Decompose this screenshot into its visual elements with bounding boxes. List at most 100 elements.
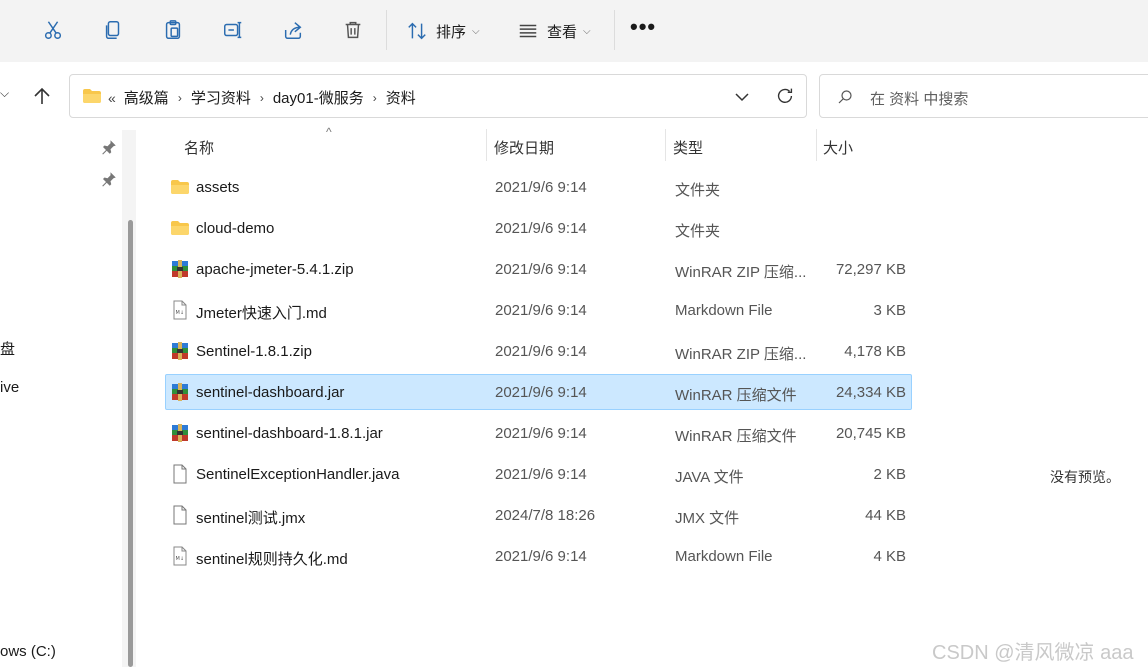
view-menu-button[interactable]: 查看 ⌵ [517, 17, 591, 45]
nav-item-drive-c[interactable]: ows (C:) [0, 643, 56, 660]
folder-icon [170, 218, 190, 238]
delete-icon[interactable] [338, 15, 368, 45]
column-header-name[interactable]: 名称 [184, 137, 214, 158]
file-type: 文件夹 [675, 182, 721, 199]
column-divider[interactable] [486, 129, 487, 161]
file-size: 44 KB [865, 507, 906, 524]
markdown-file-icon: M↓ [170, 300, 190, 320]
file-row[interactable]: sentinel-dashboard-1.8.1.jar 2021/9/6 9:1… [165, 415, 912, 451]
file-size: 4 KB [873, 548, 906, 565]
column-header-size[interactable]: 大小 [823, 137, 853, 158]
file-size: 72,297 KB [835, 261, 906, 278]
file-row[interactable]: apache-jmeter-5.4.1.zip 2021/9/6 9:14 WinR… [165, 251, 912, 287]
file-row[interactable]: sentinel测试.jmx 2024/7/8 18:26 JMX 文件 44 KB [165, 497, 912, 533]
preview-pane: 没有预览。 [915, 125, 1148, 667]
file-date: 2021/9/6 9:14 [495, 548, 587, 565]
winrar-icon [170, 423, 190, 443]
file-date: 2021/9/6 9:14 [495, 220, 587, 237]
refresh-icon[interactable] [774, 85, 796, 107]
file-row[interactable]: assets 2021/9/6 9:14 文件夹 [165, 169, 912, 205]
file-size: 24,334 KB [835, 384, 906, 401]
file-type: Markdown File [675, 548, 773, 565]
file-name: SentinelExceptionHandler.java [196, 466, 400, 483]
breadcrumb-item[interactable]: 高级篇 [124, 87, 169, 108]
file-type: WinRAR 压缩文件 [675, 387, 797, 404]
file-type: WinRAR ZIP 压缩... [675, 264, 807, 281]
winrar-icon [170, 259, 190, 279]
file-size: 3 KB [873, 302, 906, 319]
sort-ascending-icon: ^ [326, 125, 332, 139]
file-name: sentinel-dashboard.jar [196, 384, 345, 401]
file-date: 2021/9/6 9:14 [495, 261, 587, 278]
file-row[interactable]: cloud-demo 2021/9/6 9:14 文件夹 [165, 210, 912, 246]
breadcrumb-item[interactable]: 学习资料 [191, 87, 251, 108]
sort-label: 排序 [436, 23, 467, 41]
toolbar-divider [386, 10, 387, 50]
file-row[interactable]: M↓ sentinel规则持久化.md 2021/9/6 9:14 Markdown … [165, 538, 912, 574]
nav-item[interactable]: 盘 [0, 338, 15, 359]
file-row[interactable]: sentinel-dashboard.jar 2021/9/6 9:14 WinRA… [165, 374, 912, 410]
file-icon [170, 464, 190, 484]
chevron-right-icon[interactable]: › [373, 91, 377, 105]
chevron-right-icon[interactable]: › [260, 91, 264, 105]
chevron-right-icon[interactable]: › [178, 91, 182, 105]
file-size: 4,178 KB [844, 343, 906, 360]
view-icon [519, 24, 537, 38]
file-date: 2021/9/6 9:14 [495, 466, 587, 483]
copy-icon[interactable] [98, 15, 128, 45]
view-label: 查看 [547, 23, 578, 41]
file-type: JAVA 文件 [675, 469, 744, 486]
winrar-icon [170, 382, 190, 402]
search-icon [838, 90, 852, 104]
svg-text:M↓: M↓ [176, 556, 185, 562]
file-icon [170, 505, 190, 525]
navigation-scrollbar-thumb[interactable] [128, 220, 133, 667]
breadcrumb-item[interactable]: day01-微服务 [273, 87, 364, 108]
column-header-date[interactable]: 修改日期 [494, 137, 554, 158]
file-date: 2021/9/6 9:14 [495, 384, 587, 401]
file-row[interactable]: M↓ Jmeter快速入门.md 2021/9/6 9:14 Markdown Fil… [165, 292, 912, 328]
column-divider[interactable] [816, 129, 817, 161]
recent-locations-chevron-icon[interactable]: ⌵ [0, 86, 9, 101]
file-name: cloud-demo [196, 220, 275, 237]
file-date: 2021/9/6 9:14 [495, 302, 587, 319]
file-type: 文件夹 [675, 223, 721, 240]
file-type: WinRAR 压缩文件 [675, 428, 797, 445]
search-box[interactable]: 在 资料 中搜索 [819, 74, 1148, 118]
paste-icon[interactable] [158, 15, 188, 45]
file-list: ^ 名称 修改日期 类型 大小 assets 2021/9/6 9:14 文件夹 cl… [145, 125, 915, 667]
nav-item[interactable]: ive [0, 379, 19, 396]
toolbar-divider [614, 10, 615, 50]
watermark-text: CSDN @清风微凉 aaa [932, 642, 1134, 664]
column-header-type[interactable]: 类型 [673, 137, 703, 158]
up-arrow-icon[interactable] [30, 84, 54, 108]
chevron-down-icon: ⌵ [583, 25, 591, 37]
breadcrumb-item[interactable]: 资料 [386, 87, 416, 108]
no-preview-text: 没有预览。 [1050, 469, 1120, 485]
file-name: sentinel测试.jmx [196, 510, 306, 527]
file-row[interactable]: SentinelExceptionHandler.java 2021/9/6 9:… [165, 456, 912, 492]
file-name: apache-jmeter-5.4.1.zip [196, 261, 354, 278]
folder-icon [170, 177, 190, 197]
file-date: 2021/9/6 9:14 [495, 179, 587, 196]
column-divider[interactable] [665, 129, 666, 161]
command-bar: 排序 ⌵ 查看 ⌵ ••• [0, 0, 1148, 62]
rename-icon[interactable] [218, 15, 248, 45]
cut-icon[interactable] [38, 15, 68, 45]
more-options-button[interactable]: ••• [630, 14, 656, 40]
file-name: assets [196, 179, 240, 196]
sort-icon [408, 22, 426, 40]
folder-icon [83, 89, 101, 103]
breadcrumb-overflow[interactable]: « [108, 90, 116, 106]
file-size: 20,745 KB [835, 425, 906, 442]
file-type: Markdown File [675, 302, 773, 319]
file-type: JMX 文件 [675, 510, 740, 527]
file-date: 2024/7/8 18:26 [495, 507, 596, 524]
share-icon[interactable] [278, 15, 308, 45]
address-bar[interactable]: « 高级篇 › 学习资料 › day01-微服务 › 资料 [69, 74, 807, 118]
file-type: WinRAR ZIP 压缩... [675, 346, 807, 363]
chevron-down-icon[interactable] [732, 87, 752, 107]
chevron-down-icon: ⌵ [472, 25, 480, 37]
sort-menu-button[interactable]: 排序 ⌵ [406, 17, 480, 45]
file-row[interactable]: Sentinel-1.8.1.zip 2021/9/6 9:14 WinRAR ZI… [165, 333, 912, 369]
